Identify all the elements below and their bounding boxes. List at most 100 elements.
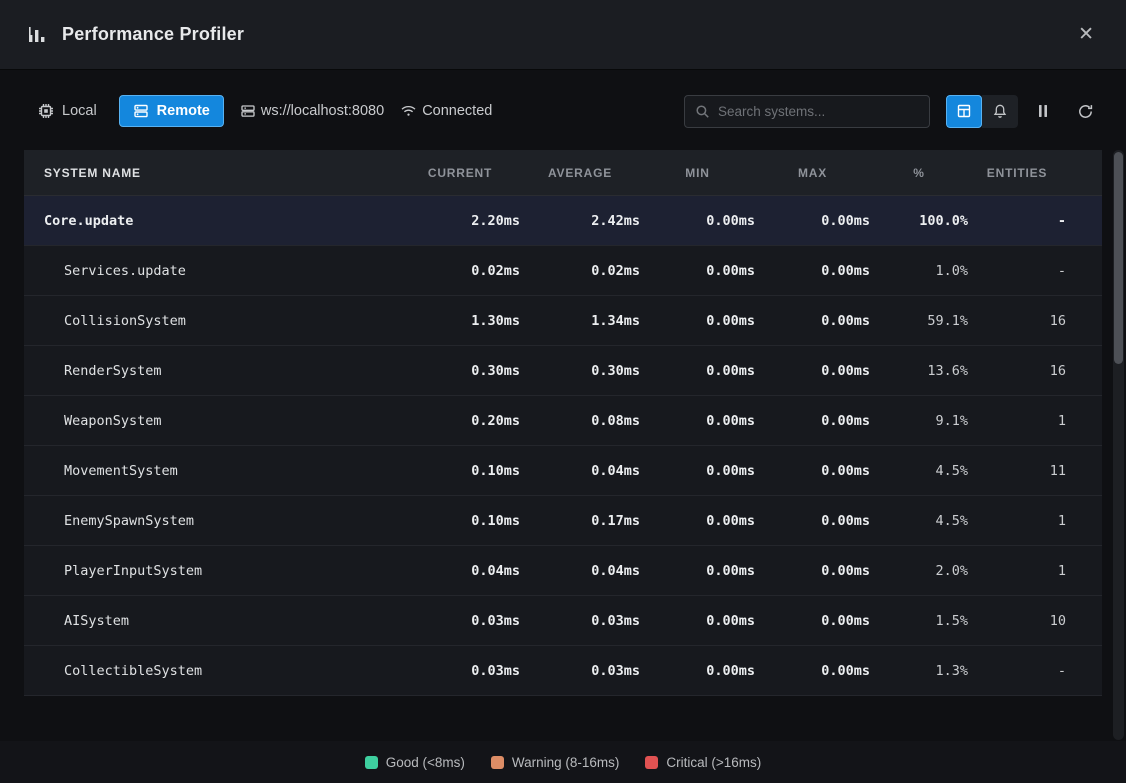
vertical-scrollbar[interactable]	[1113, 150, 1124, 740]
average-cell: 2.42ms	[520, 213, 640, 229]
average-cell: 0.08ms	[520, 413, 640, 429]
systems-table: SYSTEM NAME CURRENT AVERAGE MIN MAX % EN…	[24, 150, 1102, 696]
percent-cell: 2.0%	[870, 563, 968, 579]
column-header-min[interactable]: MIN	[640, 166, 755, 180]
max-cell: 0.00ms	[755, 663, 870, 679]
toolbar: Local Remote ws://localhost	[24, 92, 1102, 130]
system-name-cell: CollectibleSystem	[24, 663, 400, 679]
current-cell: 1.30ms	[400, 313, 520, 329]
column-header-average[interactable]: AVERAGE	[520, 166, 640, 180]
entities-cell: -	[968, 663, 1102, 679]
table-header-row: SYSTEM NAME CURRENT AVERAGE MIN MAX % EN…	[24, 150, 1102, 196]
average-cell: 0.04ms	[520, 463, 640, 479]
legend-swatch	[645, 756, 658, 769]
column-header-max[interactable]: MAX	[755, 166, 870, 180]
table-row[interactable]: CollisionSystem 1.30ms 1.34ms 0.00ms 0.0…	[24, 296, 1102, 346]
table-row[interactable]: RenderSystem 0.30ms 0.30ms 0.00ms 0.00ms…	[24, 346, 1102, 396]
entities-cell: 1	[968, 563, 1102, 579]
min-cell: 0.00ms	[640, 513, 755, 529]
websocket-url-text: ws://localhost:8080	[261, 103, 384, 119]
connection-status: Connected	[400, 103, 492, 119]
pause-button[interactable]	[1026, 95, 1060, 128]
max-cell: 0.00ms	[755, 563, 870, 579]
max-cell: 0.00ms	[755, 513, 870, 529]
system-name-cell: Services.update	[24, 263, 400, 279]
max-cell: 0.00ms	[755, 463, 870, 479]
min-cell: 0.00ms	[640, 213, 755, 229]
table-row[interactable]: Core.update 2.20ms 2.42ms 0.00ms 0.00ms …	[24, 196, 1102, 246]
current-cell: 0.10ms	[400, 513, 520, 529]
legend-swatch	[365, 756, 378, 769]
current-cell: 0.10ms	[400, 463, 520, 479]
close-button[interactable]: ✕	[1072, 21, 1100, 48]
max-cell: 0.00ms	[755, 213, 870, 229]
bell-icon	[992, 103, 1008, 119]
min-cell: 0.00ms	[640, 363, 755, 379]
min-cell: 0.00ms	[640, 263, 755, 279]
performance-legend: Good (<8ms) Warning (8-16ms) Critical (>…	[0, 741, 1126, 783]
legend-label: Warning (8-16ms)	[512, 755, 620, 770]
percent-cell: 1.0%	[870, 263, 968, 279]
table-row[interactable]: AISystem 0.03ms 0.03ms 0.00ms 0.00ms 1.5…	[24, 596, 1102, 646]
server-rack-icon	[240, 103, 256, 119]
current-cell: 0.02ms	[400, 263, 520, 279]
current-cell: 0.03ms	[400, 663, 520, 679]
legend-swatch	[491, 756, 504, 769]
column-header-percent[interactable]: %	[870, 166, 968, 180]
percent-cell: 1.3%	[870, 663, 968, 679]
table-row[interactable]: MovementSystem 0.10ms 0.04ms 0.00ms 0.00…	[24, 446, 1102, 496]
entities-cell: -	[968, 213, 1102, 229]
table-row[interactable]: WeaponSystem 0.20ms 0.08ms 0.00ms 0.00ms…	[24, 396, 1102, 446]
system-name-cell: Core.update	[24, 213, 400, 229]
percent-cell: 59.1%	[870, 313, 968, 329]
entities-cell: 11	[968, 463, 1102, 479]
table-view-button[interactable]	[946, 95, 982, 128]
legend-item-critical: Critical (>16ms)	[645, 755, 761, 770]
system-name-cell: PlayerInputSystem	[24, 563, 400, 579]
column-header-current[interactable]: CURRENT	[400, 166, 520, 180]
entities-cell: 16	[968, 363, 1102, 379]
wifi-icon	[400, 103, 417, 119]
server-icon	[133, 103, 149, 119]
system-name-cell: RenderSystem	[24, 363, 400, 379]
refresh-icon	[1077, 103, 1094, 120]
percent-cell: 100.0%	[870, 213, 968, 229]
entities-cell: 16	[968, 313, 1102, 329]
percent-cell: 13.6%	[870, 363, 968, 379]
percent-cell: 4.5%	[870, 463, 968, 479]
legend-item-warning: Warning (8-16ms)	[491, 755, 620, 770]
remote-label: Remote	[157, 103, 210, 119]
pause-icon	[1036, 103, 1050, 119]
table-body: Core.update 2.20ms 2.42ms 0.00ms 0.00ms …	[24, 196, 1102, 696]
search-input[interactable]	[718, 104, 919, 119]
window-header: Performance Profiler ✕	[0, 0, 1126, 70]
max-cell: 0.00ms	[755, 263, 870, 279]
current-cell: 0.20ms	[400, 413, 520, 429]
remote-mode-button[interactable]: Remote	[119, 95, 224, 127]
current-cell: 0.04ms	[400, 563, 520, 579]
system-name-cell: EnemySpawnSystem	[24, 513, 400, 529]
local-mode-button[interactable]: Local	[24, 95, 111, 127]
local-label: Local	[62, 103, 97, 119]
percent-cell: 4.5%	[870, 513, 968, 529]
max-cell: 0.00ms	[755, 613, 870, 629]
view-toggle-group	[946, 95, 1018, 128]
current-cell: 0.30ms	[400, 363, 520, 379]
percent-cell: 1.5%	[870, 613, 968, 629]
scrollbar-thumb[interactable]	[1114, 152, 1123, 364]
percent-cell: 9.1%	[870, 413, 968, 429]
column-header-entities[interactable]: ENTITIES	[968, 166, 1102, 180]
min-cell: 0.00ms	[640, 413, 755, 429]
table-row[interactable]: Services.update 0.02ms 0.02ms 0.00ms 0.0…	[24, 246, 1102, 296]
average-cell: 0.04ms	[520, 563, 640, 579]
entities-cell: 10	[968, 613, 1102, 629]
refresh-button[interactable]	[1068, 95, 1102, 128]
table-row[interactable]: CollectibleSystem 0.03ms 0.03ms 0.00ms 0…	[24, 646, 1102, 696]
current-cell: 0.03ms	[400, 613, 520, 629]
column-header-system-name[interactable]: SYSTEM NAME	[24, 166, 400, 180]
page-title: Performance Profiler	[62, 24, 244, 45]
table-row[interactable]: PlayerInputSystem 0.04ms 0.04ms 0.00ms 0…	[24, 546, 1102, 596]
average-cell: 0.30ms	[520, 363, 640, 379]
alerts-button[interactable]	[982, 95, 1018, 128]
table-row[interactable]: EnemySpawnSystem 0.10ms 0.17ms 0.00ms 0.…	[24, 496, 1102, 546]
